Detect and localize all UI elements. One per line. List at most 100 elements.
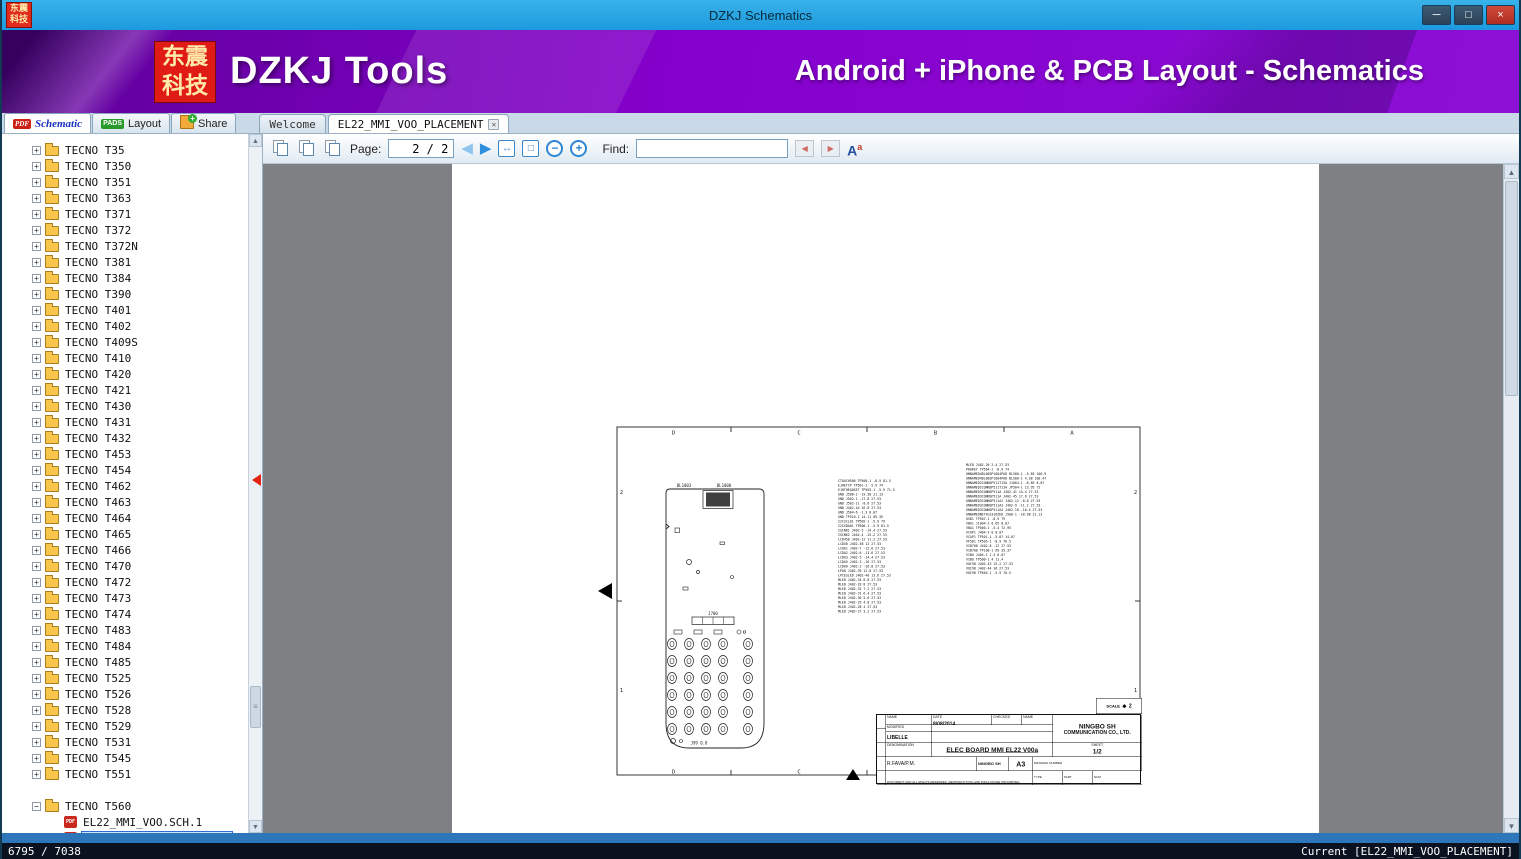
- expand-plus-icon[interactable]: +: [32, 609, 41, 619]
- tree-folder-row[interactable]: + TECNO T381: [2, 254, 247, 270]
- previous-page-icon[interactable]: ◀: [461, 141, 473, 156]
- expand-plus-icon[interactable]: +: [32, 401, 41, 411]
- expand-plus-icon[interactable]: +: [32, 289, 41, 299]
- expand-plus-icon[interactable]: +: [32, 593, 41, 603]
- tree-folder-row[interactable]: + TECNO T420: [2, 366, 247, 382]
- tree-folder-row[interactable]: + TECNO T526: [2, 686, 247, 702]
- find-input[interactable]: [636, 139, 789, 158]
- tree-folder-row[interactable]: + TECNO T464: [2, 510, 247, 526]
- tree-folder-row[interactable]: + TECNO T410: [2, 350, 247, 366]
- tree-folder-row[interactable]: + TECNO T432: [2, 430, 247, 446]
- tree-folder-row[interactable]: + TECNO T466: [2, 542, 247, 558]
- expand-plus-icon[interactable]: +: [32, 529, 41, 539]
- tree-folder-row[interactable]: + TECNO T470: [2, 558, 247, 574]
- expand-plus-icon[interactable]: +: [32, 161, 41, 171]
- expand-plus-icon[interactable]: +: [32, 417, 41, 427]
- expand-plus-icon[interactable]: +: [32, 737, 41, 747]
- scroll-down-icon[interactable]: ▼: [1504, 818, 1519, 833]
- tree-folder-row-expanded[interactable]: − TECNO T560: [2, 798, 247, 814]
- expand-plus-icon[interactable]: +: [32, 225, 41, 235]
- viewer-scroll-thumb[interactable]: [1505, 181, 1518, 396]
- expand-plus-icon[interactable]: +: [32, 209, 41, 219]
- sidebar-scroll-thumb[interactable]: ≡: [250, 686, 261, 728]
- scroll-up-icon[interactable]: ▲: [1504, 164, 1519, 179]
- expand-plus-icon[interactable]: +: [32, 257, 41, 267]
- tree-folder-row[interactable]: + TECNO T384: [2, 270, 247, 286]
- page-number-input[interactable]: [388, 139, 455, 158]
- tree-folder-row[interactable]: + TECNO T525: [2, 670, 247, 686]
- tree-folder-row[interactable]: + TECNO T465: [2, 526, 247, 542]
- tree-folder-row[interactable]: + TECNO T401: [2, 302, 247, 318]
- page-layout-book-icon[interactable]: [324, 139, 343, 158]
- tree-folder-row[interactable]: + TECNO T485: [2, 654, 247, 670]
- scroll-up-icon[interactable]: ▲: [249, 134, 262, 147]
- find-next-icon[interactable]: ▶: [821, 140, 841, 157]
- match-case-icon[interactable]: Aa: [847, 140, 862, 158]
- tree-folder-row[interactable]: + TECNO T363: [2, 190, 247, 206]
- expand-plus-icon[interactable]: +: [32, 465, 41, 475]
- close-tab-icon[interactable]: ✕: [488, 118, 500, 130]
- tree-folder-row[interactable]: + TECNO T350: [2, 158, 247, 174]
- expand-plus-icon[interactable]: +: [32, 433, 41, 443]
- tree-folder-row[interactable]: + TECNO T430: [2, 398, 247, 414]
- expand-plus-icon[interactable]: +: [32, 305, 41, 315]
- expand-plus-icon[interactable]: +: [32, 577, 41, 587]
- expand-plus-icon[interactable]: +: [32, 481, 41, 491]
- expand-plus-icon[interactable]: +: [32, 177, 41, 187]
- fit-page-icon[interactable]: □: [522, 140, 540, 157]
- tree-folder-row[interactable]: + TECNO T551: [2, 766, 247, 782]
- tree-folder-row[interactable]: + TECNO T529: [2, 718, 247, 734]
- collapse-minus-icon[interactable]: −: [32, 801, 41, 811]
- expand-plus-icon[interactable]: +: [32, 721, 41, 731]
- tree-folder-row[interactable]: + TECNO T531: [2, 734, 247, 750]
- tree-file-row[interactable]: PDF EL22_MMI_VOO.SCH.1: [2, 814, 247, 830]
- pdf-viewer[interactable]: D C B A D C B A 2 2 1 1: [263, 164, 1519, 833]
- expand-plus-icon[interactable]: +: [32, 657, 41, 667]
- page-layout-facing-icon[interactable]: [298, 139, 317, 158]
- tree-folder-row[interactable]: + TECNO T463: [2, 494, 247, 510]
- expand-plus-icon[interactable]: +: [32, 193, 41, 203]
- expand-plus-icon[interactable]: +: [32, 369, 41, 379]
- expand-plus-icon[interactable]: +: [32, 689, 41, 699]
- tree-folder-row[interactable]: + TECNO T462: [2, 478, 247, 494]
- tree-folder-row[interactable]: + TECNO T474: [2, 606, 247, 622]
- expand-plus-icon[interactable]: +: [32, 753, 41, 763]
- tree-folder-row[interactable]: + TECNO T409S: [2, 334, 247, 350]
- doc-tab-welcome[interactable]: Welcome: [259, 114, 326, 133]
- tree-folder-row[interactable]: + TECNO T545: [2, 750, 247, 766]
- expand-plus-icon[interactable]: +: [32, 337, 41, 347]
- tree-folder-row[interactable]: + TECNO T372N: [2, 238, 247, 254]
- expand-plus-icon[interactable]: +: [32, 769, 41, 779]
- tree-folder-row[interactable]: + TECNO T472: [2, 574, 247, 590]
- tree-folder-row[interactable]: + TECNO T35: [2, 142, 247, 158]
- tree-folder-row[interactable]: + TECNO T473: [2, 590, 247, 606]
- expand-plus-icon[interactable]: +: [32, 385, 41, 395]
- zoom-out-icon[interactable]: −: [546, 140, 564, 157]
- tree-folder-row[interactable]: + TECNO T421: [2, 382, 247, 398]
- expand-plus-icon[interactable]: +: [32, 513, 41, 523]
- expand-plus-icon[interactable]: +: [32, 321, 41, 331]
- expand-plus-icon[interactable]: +: [32, 241, 41, 251]
- tab-share[interactable]: Share: [171, 113, 237, 133]
- zoom-in-icon[interactable]: +: [570, 140, 588, 157]
- minimize-button[interactable]: ─: [1422, 5, 1451, 25]
- tab-layout[interactable]: PADS Layout: [92, 113, 171, 133]
- close-button[interactable]: ×: [1486, 5, 1515, 25]
- expand-plus-icon[interactable]: +: [32, 449, 41, 459]
- expand-plus-icon[interactable]: +: [32, 145, 41, 155]
- tree-folder-row[interactable]: + TECNO T390: [2, 286, 247, 302]
- tree-folder-row[interactable]: + TECNO T528: [2, 702, 247, 718]
- expand-plus-icon[interactable]: +: [32, 353, 41, 363]
- expand-plus-icon[interactable]: +: [32, 497, 41, 507]
- tree-folder-row[interactable]: + TECNO T402: [2, 318, 247, 334]
- tree-folder-row[interactable]: + TECNO T371: [2, 206, 247, 222]
- tree-folder-row[interactable]: + TECNO T483: [2, 622, 247, 638]
- tree-folder-row[interactable]: + TECNO T351: [2, 174, 247, 190]
- fit-width-icon[interactable]: ↔: [498, 140, 516, 157]
- expand-plus-icon[interactable]: +: [32, 561, 41, 571]
- viewer-scrollbar[interactable]: ▲ ▼: [1503, 164, 1519, 833]
- doc-tab-placement[interactable]: EL22_MMI_VOO_PLACEMENT ✕: [327, 114, 510, 133]
- expand-plus-icon[interactable]: +: [32, 673, 41, 683]
- page-layout-single-icon[interactable]: [272, 139, 291, 158]
- scroll-down-icon[interactable]: ▼: [249, 820, 262, 833]
